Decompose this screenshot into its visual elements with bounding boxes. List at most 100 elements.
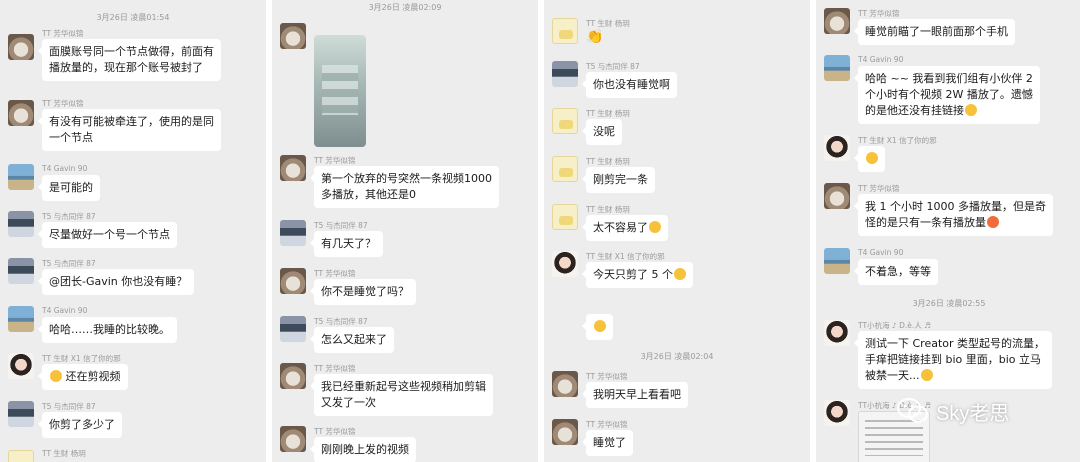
- avatar[interactable]: [8, 450, 34, 462]
- sender-name: TT 芳华似锦: [314, 364, 356, 373]
- grimace-emoji-icon: [594, 320, 606, 332]
- message-bubble[interactable]: [582, 314, 613, 340]
- avatar[interactable]: [552, 419, 578, 445]
- avatar[interactable]: [824, 8, 850, 34]
- message-bubble[interactable]: 面膜账号同一个节点做得，前面有 播放量的，现在那个账号被封了: [38, 39, 221, 81]
- message-bubble[interactable]: 没呢: [582, 119, 622, 145]
- sender-name: T4 Gavin 90: [42, 306, 88, 315]
- sender-name: TT 芳华似锦: [42, 99, 84, 108]
- message-bubble[interactable]: @团长-Gavin 你也没有睡？: [37, 269, 195, 295]
- avatar[interactable]: [552, 251, 578, 277]
- message-bubble[interactable]: 第一个放弃的号突然一条视频1000 多播放，其他还是0: [310, 166, 499, 208]
- sweat-emoji-icon: [649, 221, 661, 233]
- avatar[interactable]: [8, 258, 34, 284]
- image-message[interactable]: [314, 35, 366, 147]
- timestamp: 3月26日 凌晨02:04: [640, 352, 714, 361]
- sender-name: TT 生财 杨玥: [42, 449, 86, 458]
- message-bubble[interactable]: [854, 146, 885, 172]
- message-bubble[interactable]: 刚剪完一条: [582, 167, 655, 193]
- message-bubble[interactable]: 睡觉前瞄了一眼前面那个手机: [854, 19, 1015, 45]
- watermark-text: Sky老思: [936, 402, 1010, 425]
- message-bubble[interactable]: 有几天了？: [310, 231, 383, 257]
- message-bubble[interactable]: 尽量做好一个号一个节点: [38, 222, 177, 248]
- timestamp: 3月26日 凌晨02:55: [912, 299, 986, 308]
- avatar[interactable]: [552, 156, 578, 182]
- sender-name: T4 Gavin 90: [42, 164, 88, 173]
- avatar[interactable]: [280, 316, 306, 342]
- avatar[interactable]: [280, 23, 306, 49]
- message-bubble[interactable]: 我明天早上看看吧: [582, 382, 688, 408]
- message-bubble[interactable]: 哈哈……我睡的比较晚。: [38, 317, 177, 343]
- message-bubble[interactable]: 你不是睡觉了吗？: [310, 279, 416, 305]
- avatar[interactable]: [824, 248, 850, 274]
- sender-name: TT 芳华似锦: [586, 420, 628, 429]
- avatar[interactable]: [824, 135, 850, 161]
- message-bubble[interactable]: 有没有可能被牵连了，使用的是同 一个节点: [38, 109, 221, 151]
- sender-name: T4 Gavin 90: [858, 55, 904, 64]
- avatar[interactable]: [552, 108, 578, 134]
- sender-name: TT小杭海 ♪ D.è.人 ♬: [858, 321, 931, 330]
- message-bubble[interactable]: 怎么又起来了: [310, 327, 394, 353]
- sender-name: TT 芳华似锦: [42, 29, 84, 38]
- sender-name: T5 与杰同伴 87: [42, 259, 96, 268]
- sender-name: TT 芳华似锦: [314, 269, 356, 278]
- avatar[interactable]: [280, 426, 306, 452]
- sender-name: TT 芳华似锦: [858, 184, 900, 193]
- avatar[interactable]: [8, 34, 34, 60]
- avatar[interactable]: [552, 18, 578, 44]
- chat-panel-1: 3月26日 凌晨01:54 TT 芳华似锦 面膜账号同一个节点做得，前面有 播放…: [0, 0, 266, 462]
- avatar[interactable]: [280, 220, 306, 246]
- avatar[interactable]: [280, 155, 306, 181]
- message-bubble[interactable]: 你剪了多少了: [38, 412, 122, 438]
- avatar[interactable]: [824, 55, 850, 81]
- avatar[interactable]: [552, 371, 578, 397]
- avatar[interactable]: [8, 100, 34, 126]
- avatar[interactable]: [8, 211, 34, 237]
- angry-emoji-icon: [987, 216, 999, 228]
- timestamp: 3月26日 凌晨01:54: [96, 13, 170, 22]
- avatar[interactable]: [824, 320, 850, 346]
- sender-name: TT 芳华似锦: [858, 9, 900, 18]
- message-bubble[interactable]: 太不容易了: [582, 215, 668, 241]
- avatar[interactable]: [8, 306, 34, 332]
- sender-name: T5 与杰同伴 87: [42, 402, 96, 411]
- avatar[interactable]: [8, 164, 34, 190]
- sender-name: TT 芳华似锦: [586, 372, 628, 381]
- avatar[interactable]: [824, 400, 850, 426]
- message-text: 太不容易了: [593, 221, 648, 234]
- sender-name: T5 与杰同伴 87: [314, 221, 368, 230]
- message-bubble[interactable]: 是可能的: [38, 175, 100, 201]
- chat-panel-3: TT 生财 杨玥 👏 T5 与杰同伴 87 你也没有睡觉啊 TT 生财 杨玥 没…: [544, 0, 810, 462]
- avatar[interactable]: [552, 204, 578, 230]
- sender-name: TT 生财 杨玥: [586, 109, 630, 118]
- message-bubble[interactable]: 哈哈 ~~ 我看到我们组有小伙伴 2 个小时有个视频 2W 播放了。遗憾 的是他…: [854, 66, 1040, 124]
- message-bubble[interactable]: 测试一下 Creator 类型起号的流量， 手痒把链接挂到 bio 里面，bio…: [853, 331, 1053, 389]
- avatar[interactable]: [552, 61, 578, 87]
- sender-name: TT 生财 杨玥: [586, 205, 630, 214]
- avatar[interactable]: [8, 401, 34, 427]
- message-bubble[interactable]: 刚刚晚上发的视频: [310, 437, 416, 462]
- message-bubble[interactable]: 我已经重新起号这些视频稍加剪辑 又发了一次: [310, 374, 493, 416]
- sender-name: TT 芳华似锦: [314, 427, 356, 436]
- sticker-message[interactable]: 👏: [586, 29, 603, 45]
- message-bubble[interactable]: 还在剪视频: [38, 364, 128, 390]
- avatar[interactable]: [280, 363, 306, 389]
- message-text: 测试一下 Creator 类型起号的流量， 手痒把链接挂到 bio 里面，bio…: [865, 337, 1046, 382]
- sweat-emoji-icon: [965, 104, 977, 116]
- message-bubble[interactable]: 睡觉了: [582, 430, 633, 456]
- message-bubble[interactable]: 你也没有睡觉啊: [582, 72, 677, 98]
- sender-name: T5 与杰同伴 87: [586, 62, 640, 71]
- message-text: 还在剪视频: [65, 370, 121, 383]
- wink-emoji-icon: [674, 268, 686, 280]
- message-bubble[interactable]: 不着急，等等: [854, 259, 938, 285]
- message-text: 今天只剪了 5 个: [593, 268, 673, 281]
- message-text: 哈哈 ~~ 我看到我们组有小伙伴 2 个小时有个视频 2W 播放了。遗憾 的是他…: [865, 72, 1033, 117]
- wechat-logo-icon: [897, 398, 928, 423]
- message-bubble[interactable]: 我 1 个小时 1000 多播放量，但是奇 怪的是只有一条有播放量: [854, 194, 1053, 236]
- sender-name: TT 生财 杨玥: [586, 19, 630, 28]
- message-bubble[interactable]: 今天只剪了 5 个: [582, 262, 693, 288]
- avatar[interactable]: [824, 183, 850, 209]
- avatar[interactable]: [8, 353, 34, 379]
- avatar[interactable]: [280, 268, 306, 294]
- sweat-emoji-icon: [920, 369, 933, 381]
